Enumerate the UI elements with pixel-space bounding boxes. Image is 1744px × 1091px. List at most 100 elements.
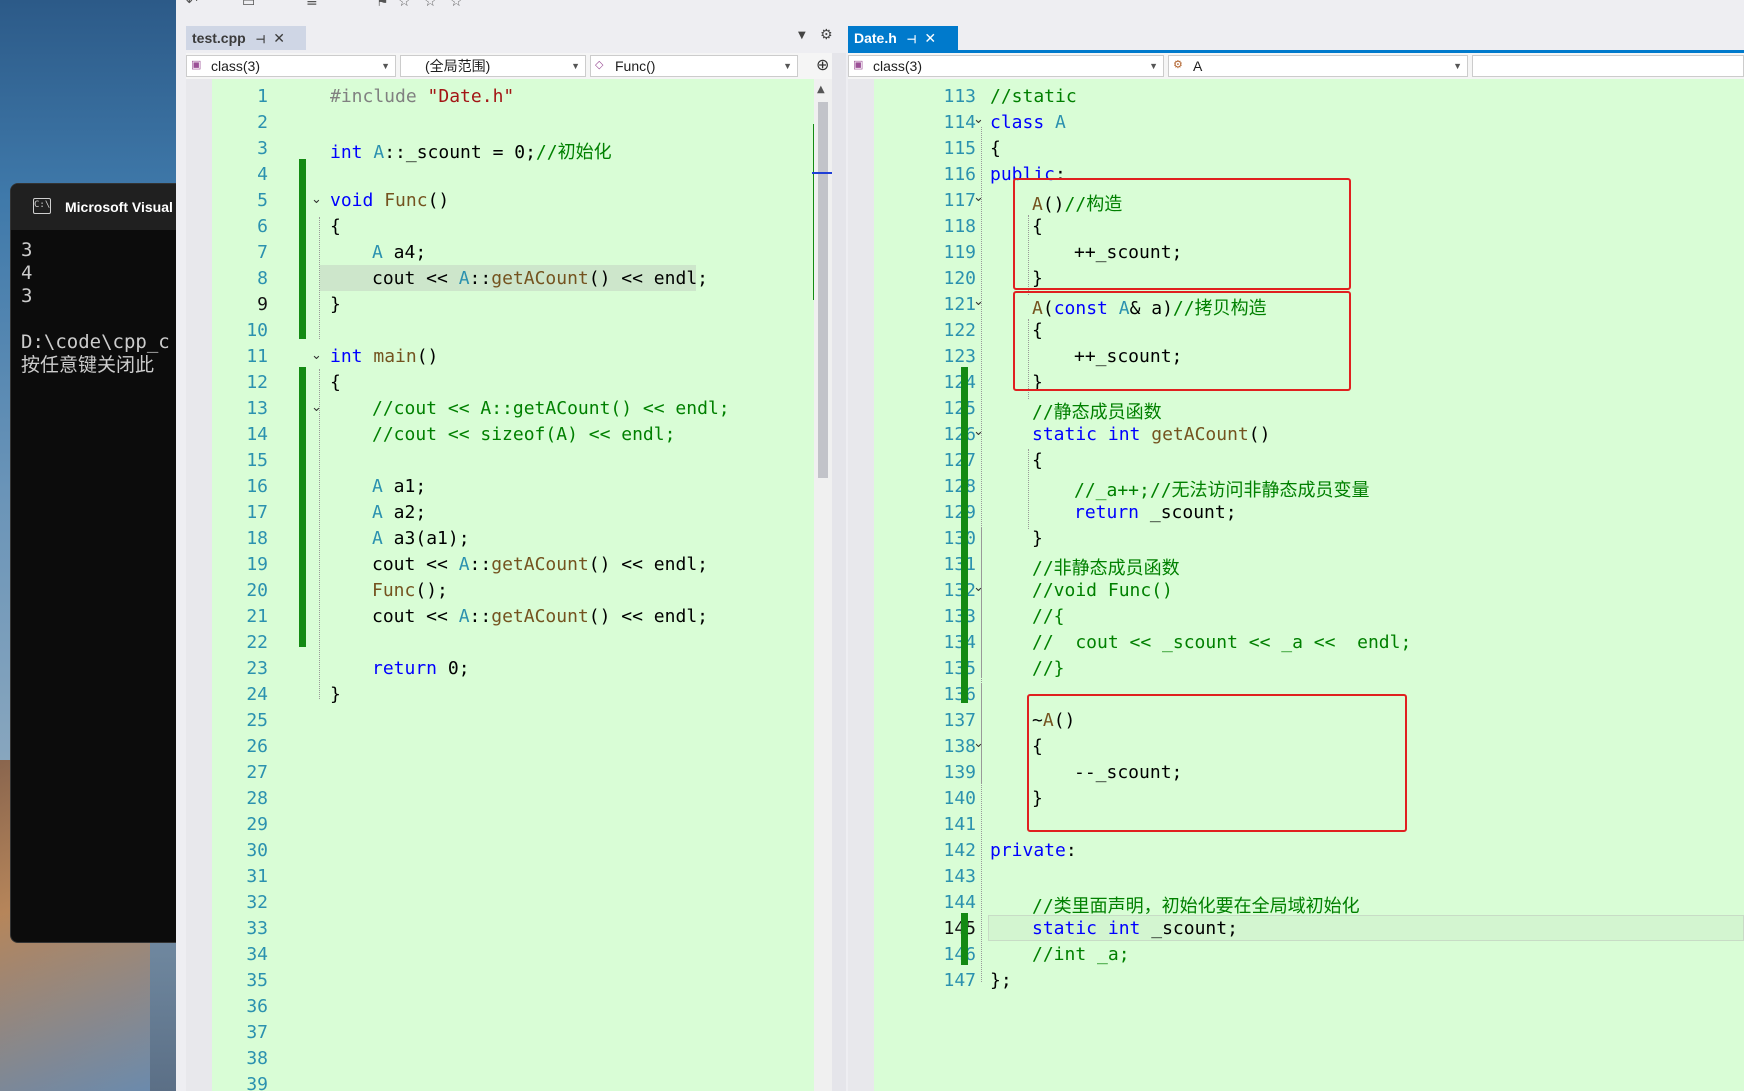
change-indicator xyxy=(299,159,306,339)
line-number: 141 xyxy=(943,814,976,835)
line-number: 1 xyxy=(257,86,268,107)
line-number: 143 xyxy=(943,866,976,887)
star-icon[interactable]: ☆ xyxy=(424,0,437,10)
member-scope-dropdown[interactable]: ◇ Func() ▼ xyxy=(590,55,798,77)
console-output: 343 D:\code\cpp_c 按任意键关闭此 xyxy=(21,239,170,377)
line-number: 6 xyxy=(257,216,268,237)
code-line: { xyxy=(990,138,1001,159)
close-icon[interactable]: ✕ xyxy=(273,30,285,46)
console-line: 按任意键关闭此 xyxy=(21,354,155,376)
scope-guide xyxy=(981,527,982,677)
tab-test-cpp[interactable]: test.cpp ⊣ ✕ xyxy=(186,26,306,50)
line-number: 115 xyxy=(943,138,976,159)
combo-value: A xyxy=(1193,58,1203,74)
close-icon[interactable]: ✕ xyxy=(924,30,936,46)
console-window[interactable]: C:\ Microsoft Visual 343 D:\code\cpp_c 按任… xyxy=(10,183,178,943)
code-line: { xyxy=(330,216,341,237)
collapse-icon[interactable]: ⌄ xyxy=(973,580,984,595)
code-line: A a3(a1); xyxy=(372,528,470,549)
line-number: 32 xyxy=(246,892,268,913)
line-number: 25 xyxy=(246,710,268,731)
line-number: 34 xyxy=(246,944,268,965)
collapse-icon[interactable]: ⌄ xyxy=(311,348,322,363)
line-number: 3 xyxy=(257,138,268,159)
save-icon[interactable]: ▭ xyxy=(242,0,255,10)
pin-icon[interactable]: ⊣ xyxy=(256,34,266,46)
console-line: D:\code\cpp_c xyxy=(21,331,170,353)
line-number: 37 xyxy=(246,1022,268,1043)
bookmark-icon[interactable]: ⚑ xyxy=(376,0,389,10)
line-number: 31 xyxy=(246,866,268,887)
star-icon[interactable]: ☆ xyxy=(450,0,463,10)
outdent-icon[interactable]: ≡ xyxy=(306,0,318,10)
collapse-icon[interactable]: ⌄ xyxy=(311,400,322,415)
change-indicator xyxy=(299,367,306,647)
code-editor-test-cpp[interactable]: 1 2 3 4 5 6 7 8 9 10 11 12 13 14 15 16 1… xyxy=(186,79,814,1091)
member-scope-dropdown[interactable] xyxy=(1472,55,1744,77)
code-line: //{ xyxy=(1032,606,1065,627)
collapse-icon[interactable]: ⌄ xyxy=(311,192,322,207)
tab-dropdown-icon[interactable]: ▼ xyxy=(798,30,806,41)
pin-icon[interactable]: ⊣ xyxy=(907,34,917,46)
scroll-up-icon[interactable]: ▲ xyxy=(817,84,825,95)
code-line: return 0; xyxy=(372,658,470,679)
code-line: cout << A::getACount() << endl; xyxy=(372,554,708,575)
undo-icon[interactable]: ↶ xyxy=(186,0,198,10)
line-number: 4 xyxy=(257,164,268,185)
project-icon: ▣ xyxy=(853,59,864,71)
code-line: int A::_scount = 0;//初始化 xyxy=(330,142,612,163)
tab-label: Date.h xyxy=(854,30,897,46)
highlight-box-copy-constructor xyxy=(1013,291,1351,391)
tab-label: test.cpp xyxy=(192,30,246,46)
code-line: //void Func() xyxy=(1032,580,1173,601)
scrollbar-thumb[interactable] xyxy=(818,102,828,478)
line-number: 12 xyxy=(246,372,268,393)
line-number: 8 xyxy=(257,268,268,289)
code-line: //cout << sizeof(A) << endl; xyxy=(372,424,676,445)
line-number: 33 xyxy=(246,918,268,939)
code-editor-date-h[interactable]: 113 114 115 116 117 118 119 120 121 122 … xyxy=(848,79,1744,1091)
line-number: 140 xyxy=(943,788,976,809)
console-titlebar[interactable]: C:\ Microsoft Visual xyxy=(11,184,177,230)
project-scope-dropdown[interactable]: ▣ class(3) ▼ xyxy=(848,55,1164,77)
editor-splitter[interactable] xyxy=(832,53,846,1091)
line-number: 21 xyxy=(246,606,268,627)
code-line: return _scount; xyxy=(1074,502,1237,523)
code-line: #include "Date.h" xyxy=(330,86,515,107)
collapse-icon[interactable]: ⌄ xyxy=(973,736,984,751)
collapse-icon[interactable]: ⌄ xyxy=(973,190,984,205)
line-number: 7 xyxy=(257,242,268,263)
project-scope-dropdown[interactable]: ▣ class(3) ▼ xyxy=(186,55,396,77)
code-line: { xyxy=(330,372,341,393)
combo-value: class(3) xyxy=(211,58,261,74)
type-scope-dropdown[interactable]: (全局范围) ▼ xyxy=(400,55,586,77)
line-number: 16 xyxy=(246,476,268,497)
change-indicator xyxy=(961,367,968,703)
collapse-icon[interactable]: ⌄ xyxy=(973,112,984,127)
tab-date-h[interactable]: Date.h ⊣ ✕ xyxy=(848,26,958,50)
type-scope-dropdown[interactable]: ⚙ A ▼ xyxy=(1168,55,1468,77)
console-line: 4 xyxy=(21,262,33,284)
line-number-current: 9 xyxy=(257,294,268,315)
console-app-icon: C:\ xyxy=(33,198,51,214)
split-window-icon[interactable]: ⊕ xyxy=(816,55,829,74)
line-number: 147 xyxy=(943,970,976,991)
code-line: // cout << _scount << _a << endl; xyxy=(1032,632,1412,653)
code-line: //非静态成员函数 xyxy=(1032,558,1180,579)
gear-icon[interactable]: ⚙ xyxy=(820,27,833,43)
scope-guide xyxy=(319,369,320,699)
line-number: 122 xyxy=(943,320,976,341)
collapse-icon[interactable]: ⌄ xyxy=(973,294,984,309)
indicator-margin xyxy=(186,79,212,1091)
console-title: Microsoft Visual xyxy=(65,199,173,215)
code-line: } xyxy=(330,294,341,315)
star-icon[interactable]: ☆ xyxy=(398,0,411,10)
collapse-icon[interactable]: ⌄ xyxy=(973,424,984,439)
code-line: void Func() xyxy=(330,190,450,211)
line-number: 116 xyxy=(943,164,976,185)
line-number: 18 xyxy=(246,528,268,549)
combo-value: Func() xyxy=(615,58,656,74)
scope-guide xyxy=(981,683,982,783)
line-number: 137 xyxy=(943,710,976,731)
combo-value: (全局范围) xyxy=(425,58,491,74)
